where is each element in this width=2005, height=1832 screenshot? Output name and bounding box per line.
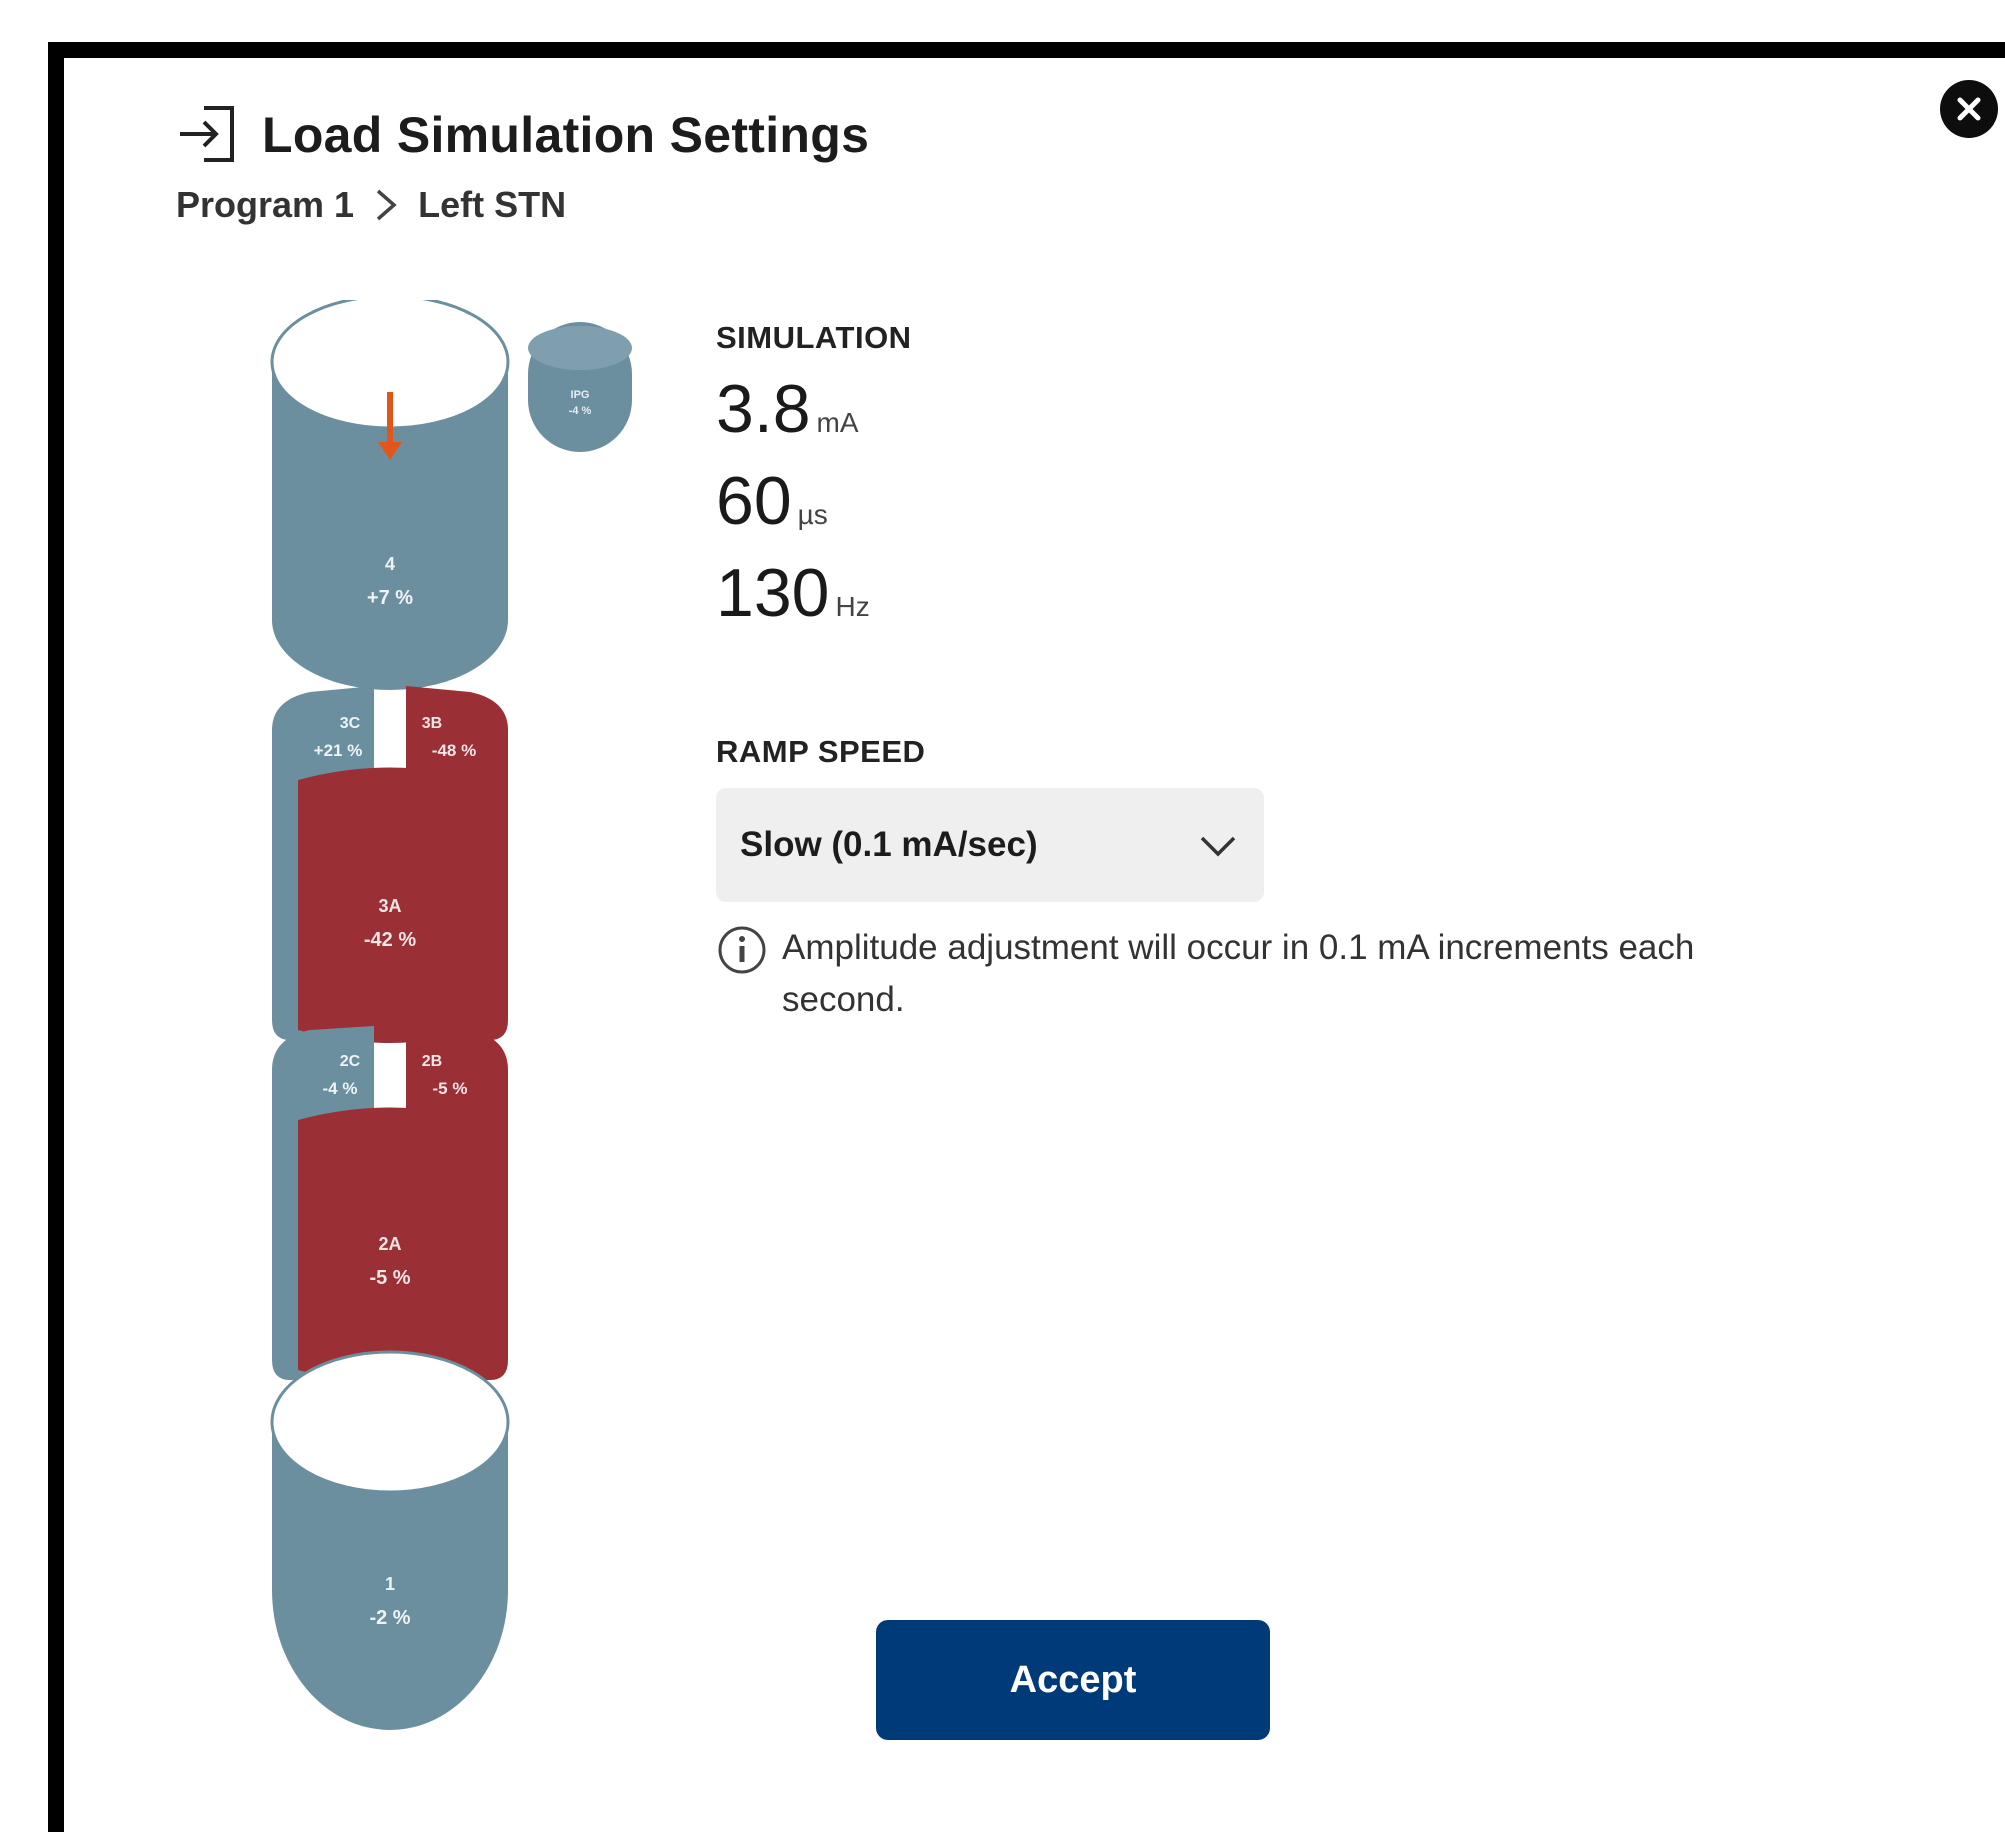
ramp-speed-info-text: Amplitude adjustment will occur in 0.1 m… (782, 928, 1695, 1019)
ipg-can[interactable]: IPG -4 % (528, 322, 632, 452)
contact-1-percent: -2 % (369, 1607, 410, 1629)
contact-2b-percent: -5 % (433, 1079, 468, 1098)
contact-2c-label: 2C (340, 1053, 361, 1070)
pulse-width-value: 60 µs (716, 462, 828, 540)
ramp-speed-selected: Slow (0.1 mA/sec) (740, 825, 1038, 864)
chevron-down-icon (1200, 836, 1236, 857)
amplitude-number: 3.8 (716, 371, 811, 447)
breadcrumb: Program 1 Left STN (176, 184, 566, 226)
breadcrumb-lead: Left STN (418, 184, 567, 225)
contact-3b-percent: -48 % (432, 741, 476, 760)
contact-3c-label: 3C (340, 715, 361, 732)
contact-3b-label: 3B (422, 715, 442, 732)
contact-2c-percent: -4 % (323, 1079, 358, 1098)
pulse-width-unit: µs (797, 499, 828, 530)
close-icon (1957, 97, 1981, 121)
contact-3a-label: 3A (378, 896, 401, 916)
amplitude-unit: mA (816, 407, 859, 438)
frequency-value: 130 Hz (716, 554, 870, 632)
load-icon (180, 106, 234, 162)
contact-4-percent: +7 % (367, 587, 413, 609)
contact-level-2: 2C -4 % 2B -5 % 2A -5 % (272, 1026, 508, 1383)
simulation-label: SIMULATION (716, 320, 912, 355)
amplitude-value: 3.8 mA (716, 370, 859, 448)
frequency-number: 130 (716, 555, 830, 631)
page-title: Load Simulation Settings (262, 107, 870, 163)
contact-1-label: 1 (385, 1574, 395, 1594)
contact-4-label: 4 (385, 554, 395, 574)
contact-4[interactable]: 4 +7 % (270, 300, 510, 690)
ipg-percent: -4 % (569, 405, 592, 417)
info-icon (718, 926, 766, 974)
contact-1[interactable]: 1 -2 % (270, 1350, 510, 1730)
contact-3c-percent: +21 % (314, 741, 363, 760)
ramp-speed-select[interactable]: Slow (0.1 mA/sec) (716, 788, 1264, 902)
contact-2a-percent: -5 % (369, 1267, 410, 1289)
contact-2b-label: 2B (422, 1053, 442, 1070)
chevron-right-icon (376, 189, 397, 221)
close-button[interactable] (1940, 80, 1998, 138)
ramp-speed-info: Amplitude adjustment will occur in 0.1 m… (716, 922, 1796, 1026)
contact-3a-percent: -42 % (364, 929, 416, 951)
accept-button[interactable]: Accept (876, 1620, 1270, 1740)
breadcrumb-program[interactable]: Program 1 (176, 184, 354, 226)
contact-2a-label: 2A (378, 1234, 401, 1254)
ramp-speed-label: RAMP SPEED (716, 734, 926, 769)
frequency-unit: Hz (835, 591, 870, 622)
ipg-label: IPG (571, 389, 590, 401)
pulse-width-number: 60 (716, 463, 792, 539)
contact-level-3: 3C +21 % 3B -48 % 3A -42 % (272, 686, 508, 1043)
lead-diagram: IPG -4 % 4 +7 % 3C +21 % 3B -48 % 3A -42… (270, 300, 632, 1730)
